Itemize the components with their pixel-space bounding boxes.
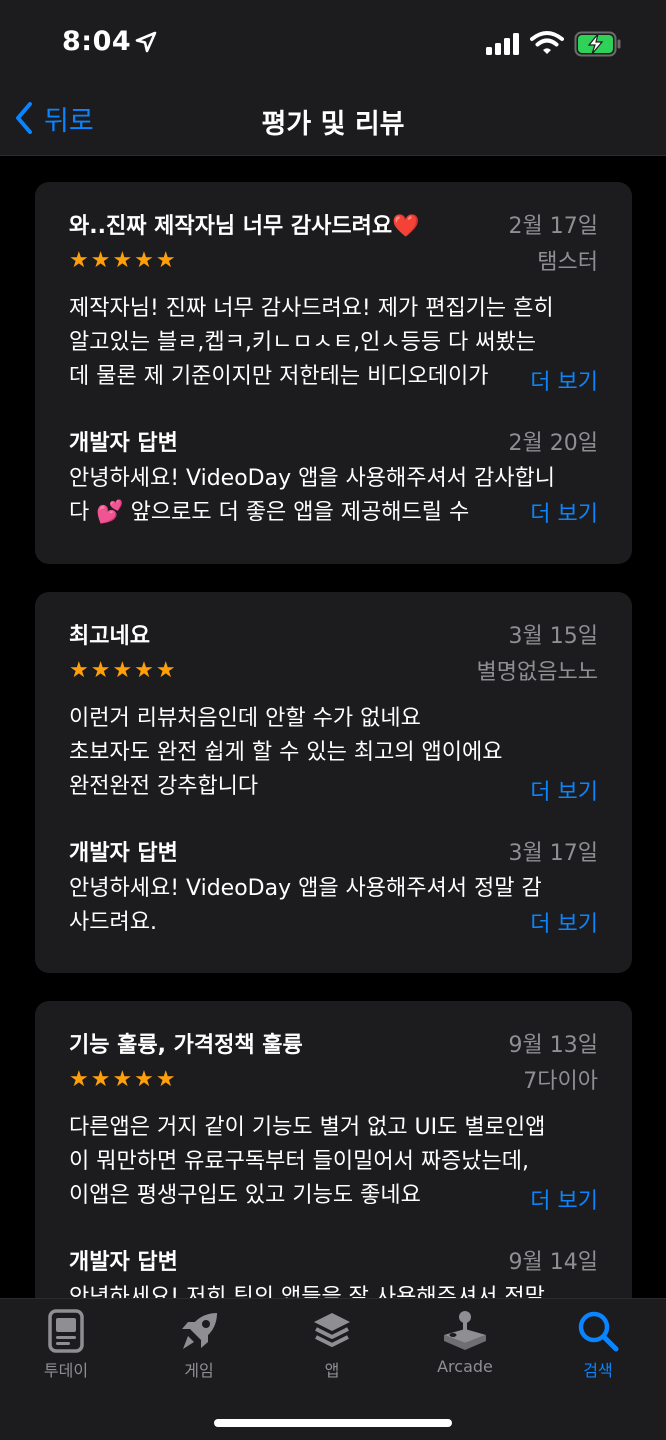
review-card[interactable]: 기능 훌륭, 가격정책 훌륭 9월 13일 ★★★★★ 7다이아 다른앱은 거지… [35,1001,632,1298]
review-title: 기능 훌륭, 가격정책 훌륭 [69,1033,303,1058]
more-button[interactable]: 더 보기 [520,774,598,806]
review-date: 2월 17일 [508,214,598,239]
wifi-icon [530,31,564,54]
reviews-list[interactable]: 와..진짜 제작자님 너무 감사드려요❤️ 2월 17일 ★★★★★ 탬스터 제… [0,157,666,1298]
tab-label: Arcade [437,1357,493,1376]
tab-today[interactable]: 투데이 [6,1309,126,1389]
status-time: 8:04 [62,26,132,57]
developer-response-body: 안녕하세요! 저희 팀의 앱들을 잘 사용해주셔서 정말 [69,1281,599,1298]
more-button[interactable]: 더 보기 [520,364,598,396]
review-card[interactable]: 와..진짜 제작자님 너무 감사드려요❤️ 2월 17일 ★★★★★ 탬스터 제… [35,182,632,564]
cellular-signal-icon [486,33,519,55]
layers-icon [314,1313,350,1347]
tab-apps[interactable]: 앱 [272,1309,392,1389]
review-date: 9월 13일 [508,1033,598,1058]
developer-response-label: 개발자 답변 [69,841,178,866]
tab-label: 투데이 [43,1361,89,1380]
review-author: 탬스터 [537,250,598,275]
developer-response-date: 3월 17일 [508,841,598,866]
home-indicator [214,1419,452,1427]
tab-search[interactable]: 검색 [538,1309,658,1389]
review-title: 와..진짜 제작자님 너무 감사드려요❤️ [69,214,420,239]
tab-label: 검색 [583,1361,613,1380]
developer-response-label: 개발자 답변 [69,431,178,456]
developer-response-date: 2월 20일 [508,431,598,456]
today-icon [48,1309,84,1353]
rocket-icon [182,1313,217,1349]
star-rating: ★★★★★ [69,1067,178,1092]
review-card[interactable]: 최고네요 3월 15일 ★★★★★ 별명없음노노 이런거 리뷰처음인데 안할 수… [35,592,632,973]
response-line: 안녕하세요! VideoDay 앱을 사용해주셔서 정말 감 [69,876,542,901]
review-line: 제작자님! 진짜 너무 감사드려요! 제가 편집기는 흔히 [69,296,554,321]
joystick-icon [444,1311,486,1350]
review-line: 알고있는 블ㄹ,켑ㅋ,키ㄴㅁㅅㅌ,인ㅅ등등 다 써봤는 [69,330,537,355]
developer-response-date: 9월 14일 [508,1250,598,1275]
navigation-bar: 뒤로 평가 및 리뷰 [0,90,666,156]
developer-more-button[interactable]: 더 보기 [520,906,598,938]
status-bar: 8:04 [0,0,666,90]
review-line: 이 뭐만하면 유료구독부터 들이밀어서 짜증났는데, [69,1149,530,1174]
review-line: 이런거 리뷰처음인데 안할 수가 없네요 [69,706,421,731]
developer-more-button[interactable]: 더 보기 [520,496,598,528]
star-rating: ★★★★★ [69,658,178,683]
tab-arcade[interactable]: Arcade [405,1309,525,1389]
page-title: 평가 및 리뷰 [261,109,405,140]
review-author: 별명없음노노 [476,660,598,685]
tab-label: 앱 [324,1361,340,1380]
more-button[interactable]: 더 보기 [520,1183,598,1215]
star-rating: ★★★★★ [69,248,178,273]
review-title: 최고네요 [69,624,150,649]
review-line: 초보자도 완전 쉽게 할 수 있는 최고의 앱이에요 [69,740,503,765]
tab-games[interactable]: 게임 [139,1309,259,1389]
search-icon [578,1311,619,1352]
battery-charging-icon [574,31,621,57]
review-author: 7다이아 [523,1069,598,1094]
developer-response-label: 개발자 답변 [69,1250,178,1275]
location-arrow-icon [135,31,157,53]
response-line: 안녕하세요! 저희 팀의 앱들을 잘 사용해주셔서 정말 [69,1285,545,1298]
response-line: 안녕하세요! VideoDay 앱을 사용해주셔서 감사합니 [69,466,555,491]
tab-label: 게임 [184,1361,214,1380]
review-line: 다른앱은 거지 같이 기능도 별거 없고 UI도 별로인앱 [69,1115,546,1140]
review-date: 3월 15일 [508,624,598,649]
tab-bar: 투데이 게임 앱 Arcade 검색 [0,1298,666,1440]
